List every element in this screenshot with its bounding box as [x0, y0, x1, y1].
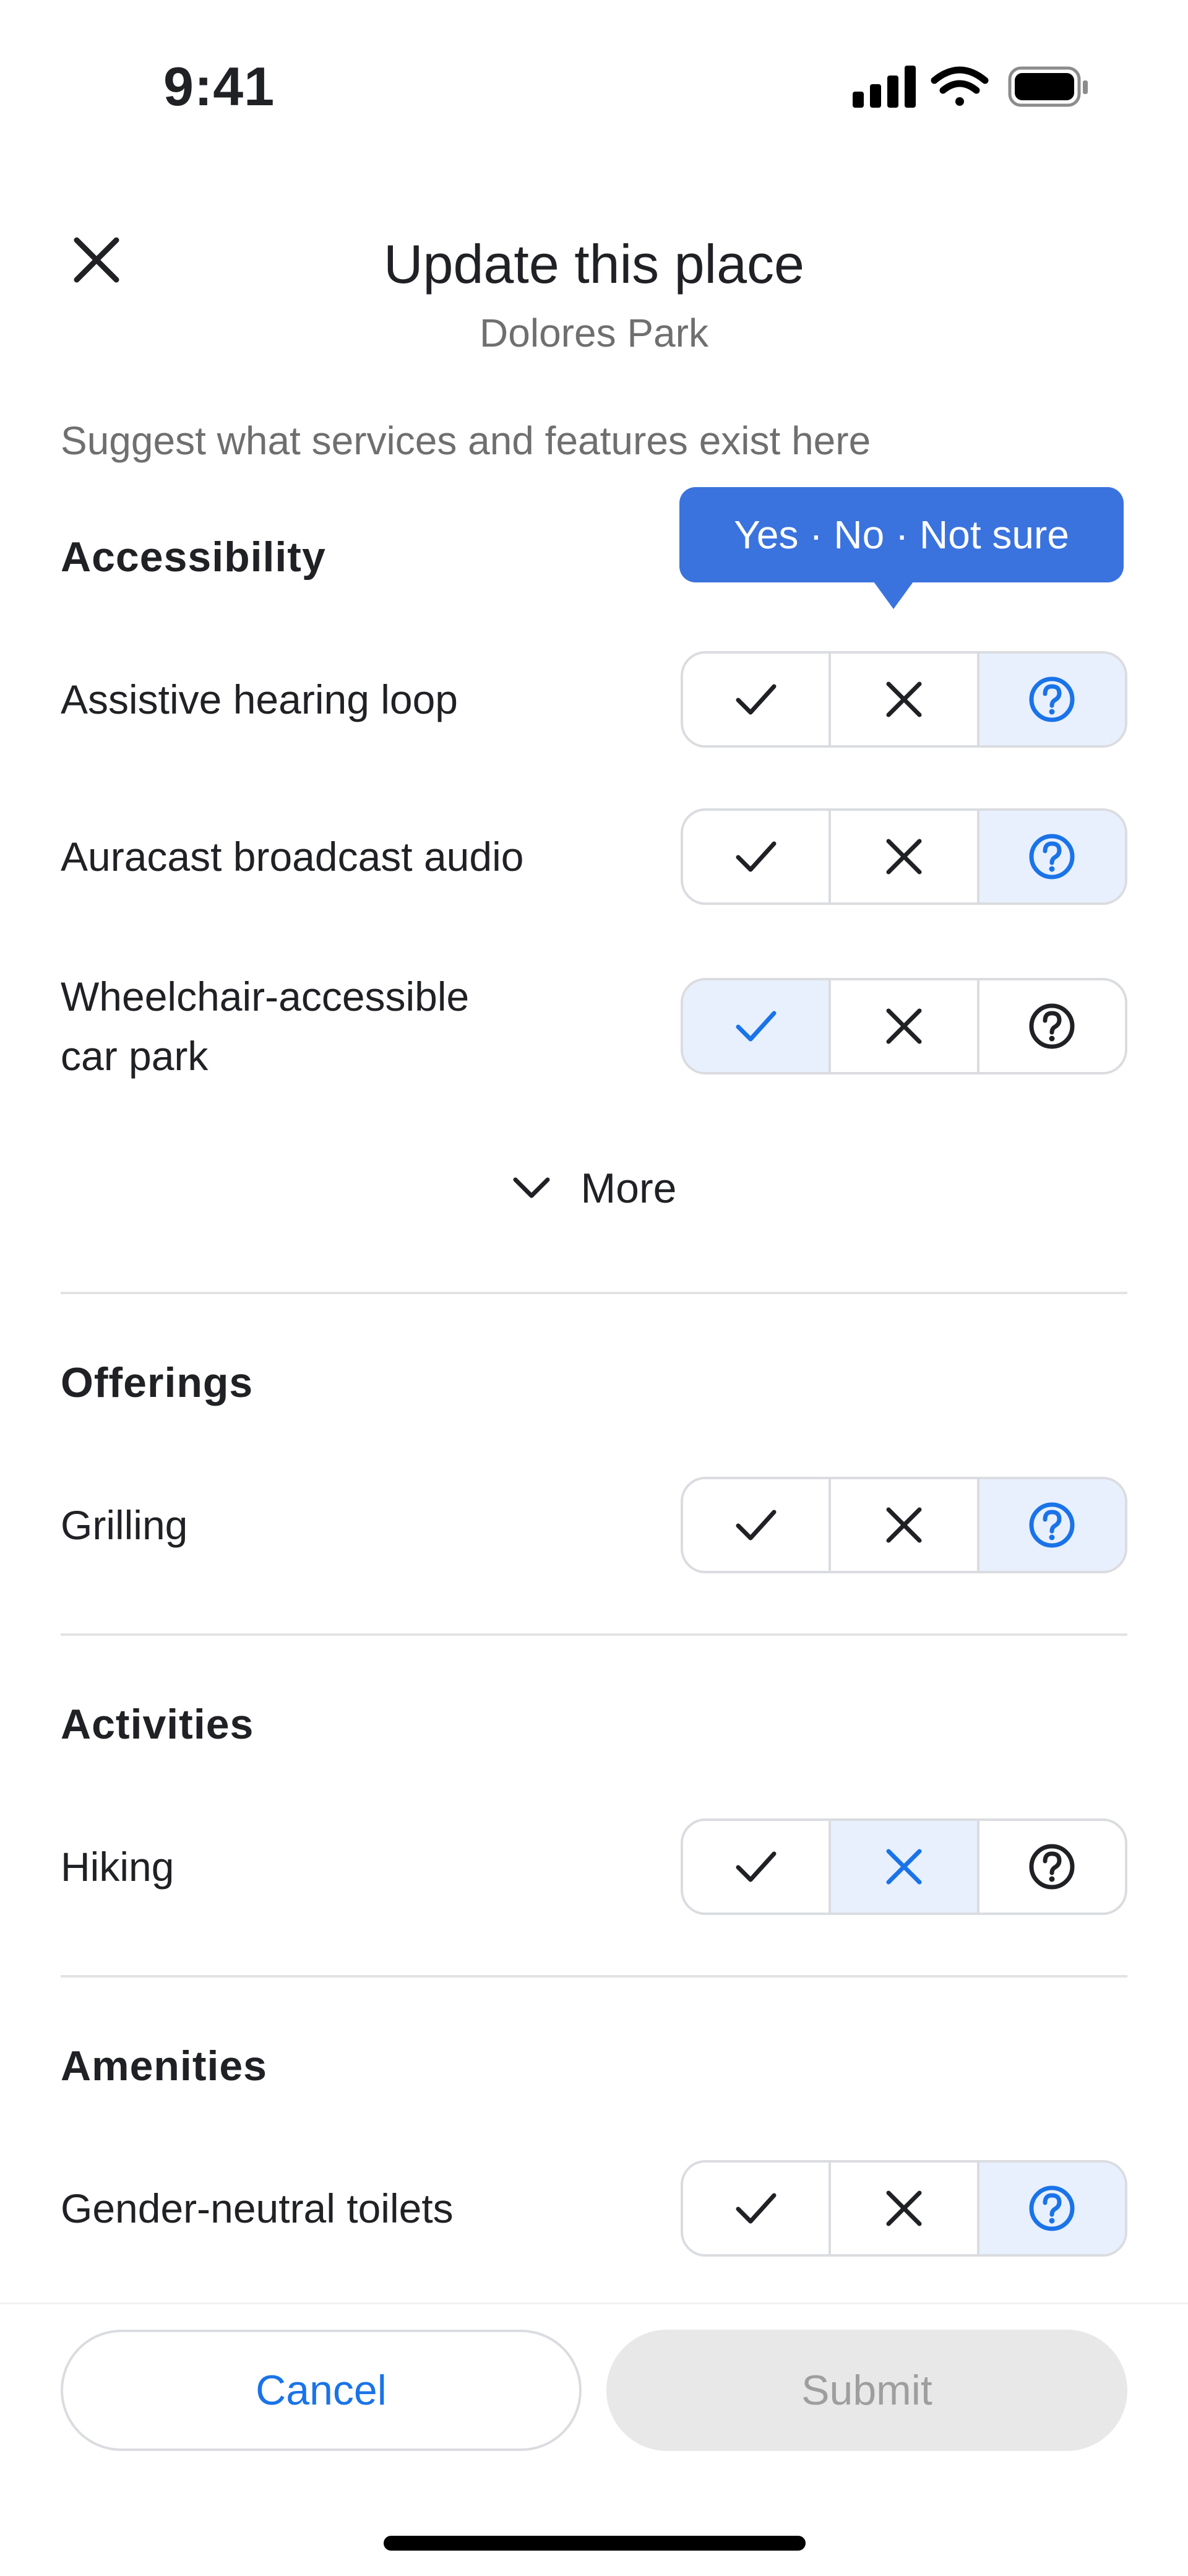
option-yes[interactable] [683, 980, 829, 1072]
section-divider [61, 1975, 1127, 1977]
option-no[interactable] [829, 980, 976, 1072]
x-icon [886, 2190, 922, 2226]
chevron-down-icon [512, 1176, 551, 1201]
segmented-control-hearing-loop [681, 651, 1127, 748]
more-label: More [580, 1165, 677, 1212]
x-icon [886, 1849, 922, 1885]
check-icon [736, 1011, 777, 1042]
options-tooltip: Yes · No · Not sure [679, 487, 1124, 582]
question-circle-icon [1029, 1502, 1075, 1548]
intro-text: Suggest what services and features exist… [61, 418, 871, 463]
home-indicator[interactable] [384, 2536, 806, 2551]
status-icons [848, 62, 1095, 111]
segmented-control-grilling [681, 1477, 1127, 1573]
cancel-button[interactable]: Cancel [61, 2330, 582, 2451]
option-yes[interactable] [683, 654, 829, 745]
segmented-control-auracast [681, 808, 1127, 905]
row-label-hiking: Hiking [61, 1844, 174, 1890]
segmented-control-toilets [681, 2160, 1127, 2257]
option-yes[interactable] [683, 1821, 829, 1913]
option-yes[interactable] [683, 811, 829, 902]
option-no[interactable] [829, 811, 976, 902]
x-icon [886, 1507, 922, 1543]
option-no[interactable] [829, 654, 976, 745]
x-icon [886, 1008, 922, 1044]
section-divider [61, 1292, 1127, 1294]
check-icon [736, 684, 777, 715]
option-no[interactable] [829, 2163, 976, 2254]
question-circle-icon [1029, 834, 1075, 880]
check-icon [736, 1510, 777, 1541]
option-not-sure[interactable] [976, 811, 1125, 902]
section-title-accessibility: Accessibility [61, 534, 326, 581]
place-name: Dolores Park [480, 311, 708, 355]
question-circle-icon [1029, 1003, 1075, 1049]
option-not-sure[interactable] [976, 654, 1125, 745]
section-divider [61, 1633, 1127, 1636]
x-icon [886, 681, 922, 717]
signal-icon [853, 66, 916, 108]
row-label-wheelchair-line1: Wheelchair-accessible [61, 974, 470, 1019]
battery-icon [1008, 66, 1088, 107]
check-icon [736, 1851, 777, 1882]
option-not-sure[interactable] [976, 1821, 1125, 1913]
row-label-grilling: Grilling [61, 1502, 188, 1548]
section-title-activities: Activities [61, 1701, 254, 1748]
option-not-sure[interactable] [976, 1479, 1125, 1571]
wifi-icon [931, 66, 989, 106]
question-circle-icon [1029, 1844, 1075, 1890]
option-not-sure[interactable] [976, 980, 1125, 1072]
tooltip-arrow [874, 582, 913, 609]
row-label-auracast: Auracast broadcast audio [61, 834, 524, 880]
option-yes[interactable] [683, 1479, 829, 1571]
submit-button[interactable]: Submit [606, 2330, 1127, 2451]
check-icon [736, 2193, 777, 2224]
option-no[interactable] [829, 1821, 977, 1913]
row-label-wheelchair-line2: car park [61, 1033, 209, 1079]
option-no[interactable] [829, 1479, 976, 1571]
option-yes[interactable] [683, 2163, 829, 2254]
status-time: 9:41 [163, 56, 275, 117]
segmented-control-hiking [681, 1818, 1127, 1915]
option-not-sure[interactable] [976, 2163, 1125, 2254]
row-label-gender-neutral-toilets: Gender-neutral toilets [61, 2185, 454, 2231]
segmented-control-wheelchair [681, 978, 1127, 1074]
x-icon [886, 839, 922, 875]
section-title-offerings: Offerings [61, 1359, 254, 1406]
more-button[interactable]: More [0, 1157, 1188, 1219]
page-title: Update this place [384, 233, 804, 295]
check-icon [736, 841, 777, 872]
section-title-amenities: Amenities [61, 2042, 267, 2090]
question-circle-icon [1029, 676, 1075, 722]
row-label-hearing-loop: Assistive hearing loop [61, 676, 458, 722]
question-circle-icon [1029, 2185, 1075, 2231]
